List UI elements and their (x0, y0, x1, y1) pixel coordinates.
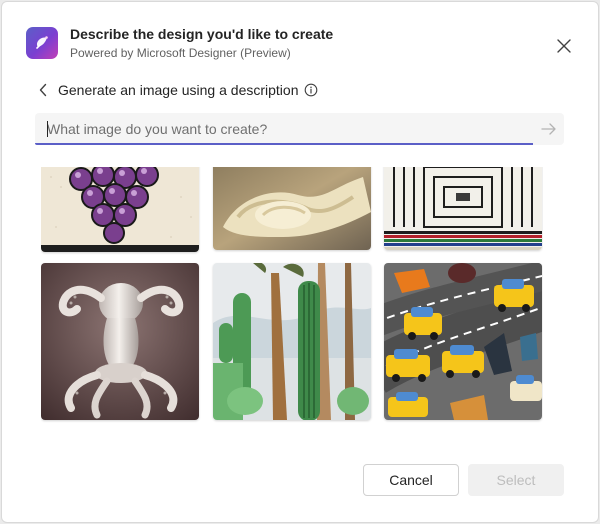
dialog-title: Describe the design you'd like to create (70, 26, 334, 42)
close-icon (557, 39, 571, 53)
gallery-image-octopus-vase[interactable] (41, 263, 199, 420)
gallery-image-textile[interactable] (384, 167, 542, 250)
image-gallery (41, 167, 543, 423)
designer-dialog: Describe the design you'd like to create… (1, 1, 599, 523)
send-button[interactable] (533, 113, 564, 145)
chevron-left-icon (39, 83, 47, 97)
gallery-image-taxis[interactable] (384, 263, 542, 420)
subheader-title: Generate an image using a description (58, 82, 299, 98)
prompt-input[interactable] (35, 113, 533, 145)
close-button[interactable] (552, 34, 576, 58)
back-button[interactable] (38, 80, 54, 100)
text-caret (47, 121, 48, 137)
dialog-subtitle: Powered by Microsoft Designer (Preview) (70, 46, 291, 60)
select-button[interactable]: Select (468, 464, 564, 496)
gallery-image-grapes[interactable] (41, 167, 199, 252)
prompt-focus-underline (35, 143, 533, 145)
info-icon[interactable] (304, 83, 318, 97)
gallery-image-cream-swirl[interactable] (213, 167, 371, 250)
arrow-right-icon (540, 123, 556, 135)
prompt-field (35, 113, 564, 145)
designer-logo-icon (26, 27, 58, 59)
gallery-image-cactus[interactable] (213, 263, 371, 420)
dialog-header: Describe the design you'd like to create… (26, 24, 574, 64)
subheader: Generate an image using a description (38, 80, 318, 100)
cancel-button[interactable]: Cancel (363, 464, 459, 496)
